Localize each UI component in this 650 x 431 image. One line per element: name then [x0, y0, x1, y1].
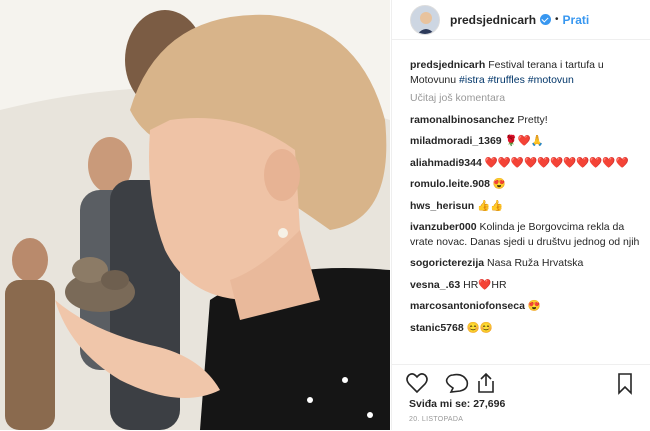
comment: romulo.leite.908 😍 — [410, 177, 640, 192]
hashtag-truffles[interactable]: #truffles — [488, 74, 525, 86]
comment-icon[interactable] — [445, 373, 469, 393]
comment: aliahmadi9344 ❤️❤️❤️❤️❤️❤️❤️❤️❤️❤️❤️ — [410, 156, 640, 171]
separator-dot: • — [555, 14, 559, 25]
heart-icon[interactable] — [406, 373, 428, 394]
share-icon[interactable] — [478, 372, 494, 393]
avatar-image — [411, 5, 439, 34]
comment-text: 👍👍 — [477, 199, 504, 212]
comment-text: Nasa Ruža Hrvatska — [487, 257, 584, 269]
comment: marcosantoniofonseca 😍 — [410, 299, 640, 314]
follow-button[interactable]: Prati — [563, 13, 590, 27]
comment-username[interactable]: hws_herisun — [410, 200, 474, 212]
comment-username[interactable]: romulo.leite.908 — [410, 178, 490, 190]
post-photo[interactable] — [0, 0, 390, 430]
post-date: 20. LISTOPADA — [409, 416, 464, 423]
bookmark-icon[interactable] — [618, 373, 632, 395]
comment: ivanzuber000 Kolinda je Borgovcima rekla… — [410, 220, 640, 249]
comment-text: 😊😊 — [466, 321, 493, 334]
comment-username[interactable]: stanic5768 — [410, 322, 464, 334]
post-header: predsjednicarh • Prati — [392, 0, 650, 40]
comment-username[interactable]: sogoricterezija — [410, 257, 484, 269]
post-actions: Sviđa mi se: 27,696 20. LISTOPADA — [391, 364, 650, 431]
comment-username[interactable]: ramonalbinosanchez — [410, 114, 514, 126]
action-icons-svg — [406, 372, 632, 395]
verified-badge-icon — [540, 14, 552, 25]
comment-text: 😍 — [527, 300, 541, 312]
photo-illustration — [0, 0, 390, 430]
likes-count[interactable]: Sviđa mi se: 27,696 — [409, 398, 505, 410]
caption-username[interactable]: predsjednicarh — [410, 59, 485, 71]
comment-username[interactable]: vesna_.63 — [410, 279, 460, 291]
comment-username[interactable]: ivanzuber000 — [410, 221, 477, 233]
comment-text: HR❤️HR — [463, 278, 507, 291]
comment: hws_herisun 👍👍 — [410, 199, 640, 214]
caption: predsjednicarh Festival terana i tartufa… — [410, 58, 640, 87]
comment: vesna_.63 HR❤️HR — [410, 278, 640, 293]
comment-username[interactable]: aliahmadi9344 — [410, 157, 482, 169]
hashtag-istra[interactable]: #istra — [459, 74, 485, 86]
header-username[interactable]: predsjednicarh — [450, 13, 536, 27]
avatar[interactable] — [410, 4, 440, 35]
comments-list: predsjednicarh Festival terana i tartufa… — [410, 58, 640, 342]
comment-username[interactable]: miladmoradi_1369 — [410, 135, 502, 147]
load-more-comments[interactable]: Učitaj još komentara — [410, 91, 640, 106]
comment-text: 😍 — [492, 178, 506, 190]
action-icons — [405, 371, 635, 400]
comment-text: ❤️❤️❤️❤️❤️❤️❤️❤️❤️❤️❤️ — [484, 156, 629, 169]
comment-text: 🌹❤️🙏 — [504, 135, 544, 147]
comment: miladmoradi_1369 🌹❤️🙏 — [410, 134, 640, 149]
comment-text: Pretty! — [517, 113, 548, 126]
hashtag-motovun[interactable]: #motovun — [528, 74, 574, 86]
comment: ramonalbinosanchez Pretty! — [410, 113, 640, 128]
comment-username[interactable]: marcosantoniofonseca — [410, 300, 525, 312]
comment: sogoricterezija Nasa Ruža Hrvatska — [410, 256, 640, 271]
comment: stanic5768 😊😊 — [410, 321, 640, 336]
